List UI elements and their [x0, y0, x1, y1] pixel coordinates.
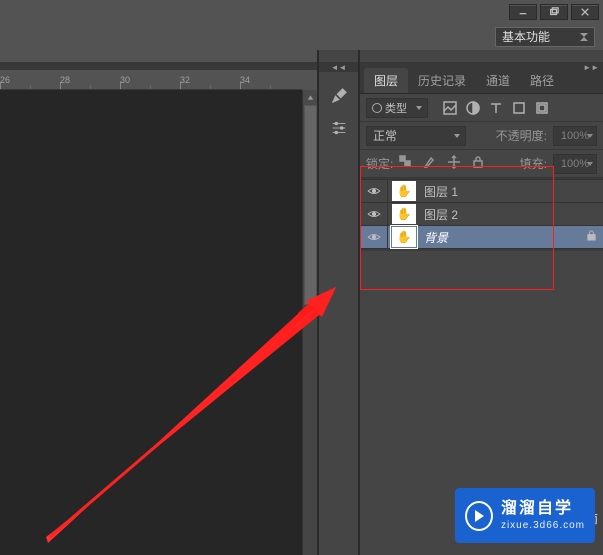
scroll-thumb[interactable] — [304, 105, 317, 305]
filter-shape-icon[interactable] — [511, 100, 527, 116]
lock-label: 锁定: — [366, 155, 393, 172]
blend-row: 正常 不透明度: 100% — [360, 122, 603, 150]
lock-all-icon[interactable] — [471, 155, 485, 172]
filter-type-label: 类型 — [372, 100, 407, 116]
scroll-up-button[interactable] — [303, 90, 317, 105]
hand-icon: ✋ — [397, 231, 412, 243]
ruler-tick: 28 — [60, 75, 70, 85]
ruler-tick: 34 — [240, 75, 250, 85]
window-bar — [0, 0, 603, 23]
collapsed-panel-dock: ◄◄ — [318, 50, 359, 555]
expand-dock-button[interactable]: ◄◄ — [319, 62, 358, 72]
opacity-value: 100% — [561, 130, 589, 142]
watermark-title: 溜溜自学 — [501, 499, 585, 520]
layer-row[interactable]: ✋ 图层 1 — [360, 179, 603, 203]
panel-tabs: 图层 历史记录 通道 路径 — [360, 72, 603, 94]
watermark-sub: zixue.3d66.com — [501, 519, 585, 532]
filter-type-select[interactable]: 类型 — [366, 98, 428, 118]
layer-thumbnail[interactable]: ✋ — [392, 204, 416, 224]
tab-layers[interactable]: 图层 — [364, 68, 408, 93]
close-button[interactable] — [571, 4, 599, 20]
layer-name[interactable]: 背景 — [424, 229, 448, 246]
lock-icon — [586, 230, 603, 244]
hand-icon: ✋ — [397, 185, 412, 197]
layer-row[interactable]: ✋ 背景 — [360, 225, 603, 249]
layer-name[interactable]: 图层 2 — [424, 206, 458, 223]
layer-thumbnail[interactable]: ✋ — [392, 227, 416, 247]
blend-mode-label: 正常 — [373, 127, 397, 144]
play-icon — [465, 501, 493, 531]
fill-value: 100% — [561, 158, 589, 170]
filter-adjust-icon[interactable] — [465, 100, 481, 116]
lock-pixels-icon[interactable] — [423, 155, 437, 172]
doc-tab-bar — [0, 62, 317, 70]
watermark: 溜溜自学 zixue.3d66.com — [455, 488, 595, 543]
layer-thumbnail[interactable]: ✋ — [392, 181, 416, 201]
workspace-select[interactable]: 基本功能 — [495, 27, 595, 47]
settings-icon[interactable] — [325, 114, 353, 142]
canvas[interactable] — [0, 90, 303, 555]
layer-name[interactable]: 图层 1 — [424, 183, 458, 200]
opacity-label: 不透明度: — [496, 127, 547, 144]
filter-icons — [442, 100, 550, 116]
ruler-tick: 30 — [120, 75, 130, 85]
layers-list: ✋ 图层 1 ✋ 图层 2 ✋ 背景 — [360, 178, 603, 251]
opacity-input[interactable]: 100% — [553, 126, 597, 146]
ruler-horizontal: 26 28 30 32 34 — [0, 74, 302, 90]
fill-input[interactable]: 100% — [553, 154, 597, 174]
ruler-tick: 32 — [180, 75, 190, 85]
options-bar: 基本功能 — [0, 23, 603, 50]
lock-transparent-icon[interactable] — [399, 155, 413, 172]
filter-smart-icon[interactable] — [534, 100, 550, 116]
lock-row: 锁定: 填充: 100% — [360, 150, 603, 178]
visibility-toggle[interactable] — [360, 203, 388, 225]
filter-pixel-icon[interactable] — [442, 100, 458, 116]
brush-presets-icon[interactable] — [325, 82, 353, 110]
tab-history[interactable]: 历史记录 — [408, 68, 476, 93]
workspace-label: 基本功能 — [502, 28, 550, 45]
minimize-button[interactable] — [509, 4, 537, 20]
canvas-wrap: 26 28 30 32 34 — [0, 50, 318, 555]
layer-filter-row: 类型 — [360, 94, 603, 122]
maximize-button[interactable] — [540, 4, 568, 20]
tab-paths[interactable]: 路径 — [520, 68, 564, 93]
vertical-scrollbar[interactable] — [302, 90, 317, 555]
filter-text-icon[interactable] — [488, 100, 504, 116]
hand-icon: ✋ — [397, 208, 412, 220]
visibility-toggle[interactable] — [360, 226, 388, 248]
blend-mode-select[interactable]: 正常 — [366, 126, 466, 146]
main-area: 26 28 30 32 34 ◄◄ ►► 图层 历史记录 通道 路径 — [0, 50, 603, 555]
ruler-tick: 26 — [0, 75, 10, 85]
layer-row[interactable]: ✋ 图层 2 — [360, 202, 603, 226]
tab-channels[interactable]: 通道 — [476, 68, 520, 93]
lock-position-icon[interactable] — [447, 155, 461, 172]
fill-label: 填充: — [520, 155, 547, 172]
right-panel: ►► 图层 历史记录 通道 路径 类型 正常 不透明度: — [359, 50, 603, 555]
visibility-toggle[interactable] — [360, 180, 388, 202]
